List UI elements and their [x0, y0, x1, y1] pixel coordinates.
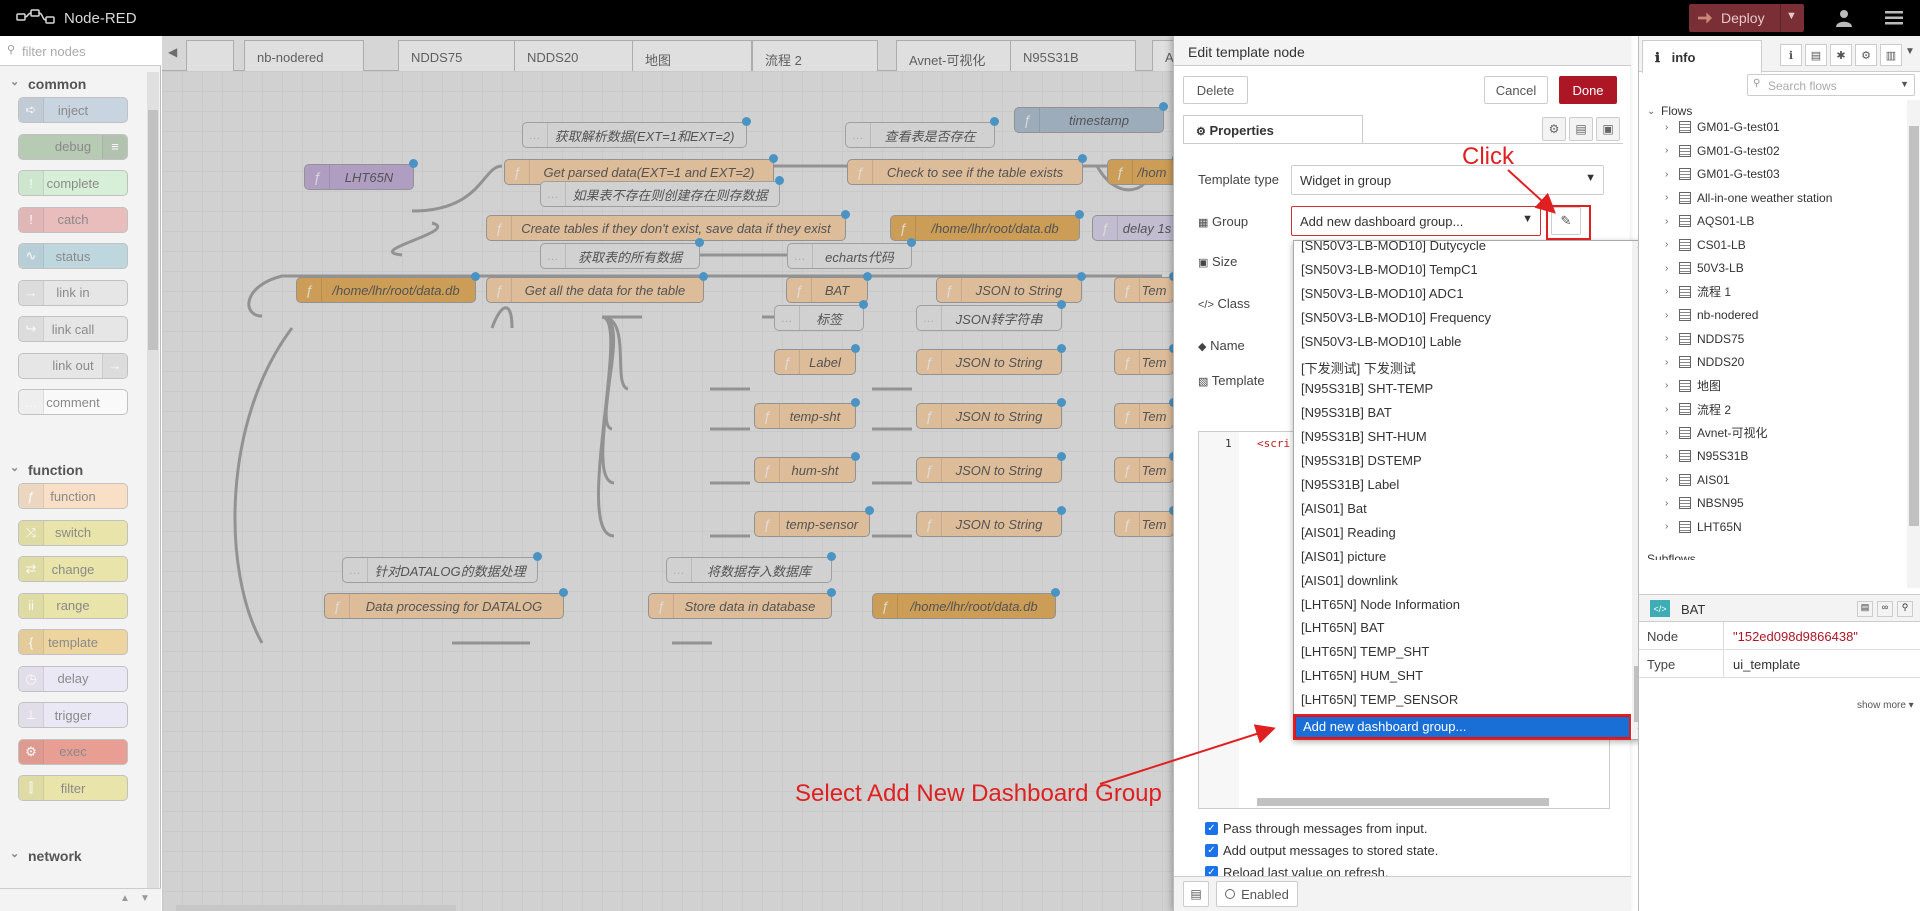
annotation-arrows [1099, 169, 1556, 785]
annotation-arrow-click [1507, 169, 1556, 214]
annotation-arrow-select [1099, 724, 1276, 785]
